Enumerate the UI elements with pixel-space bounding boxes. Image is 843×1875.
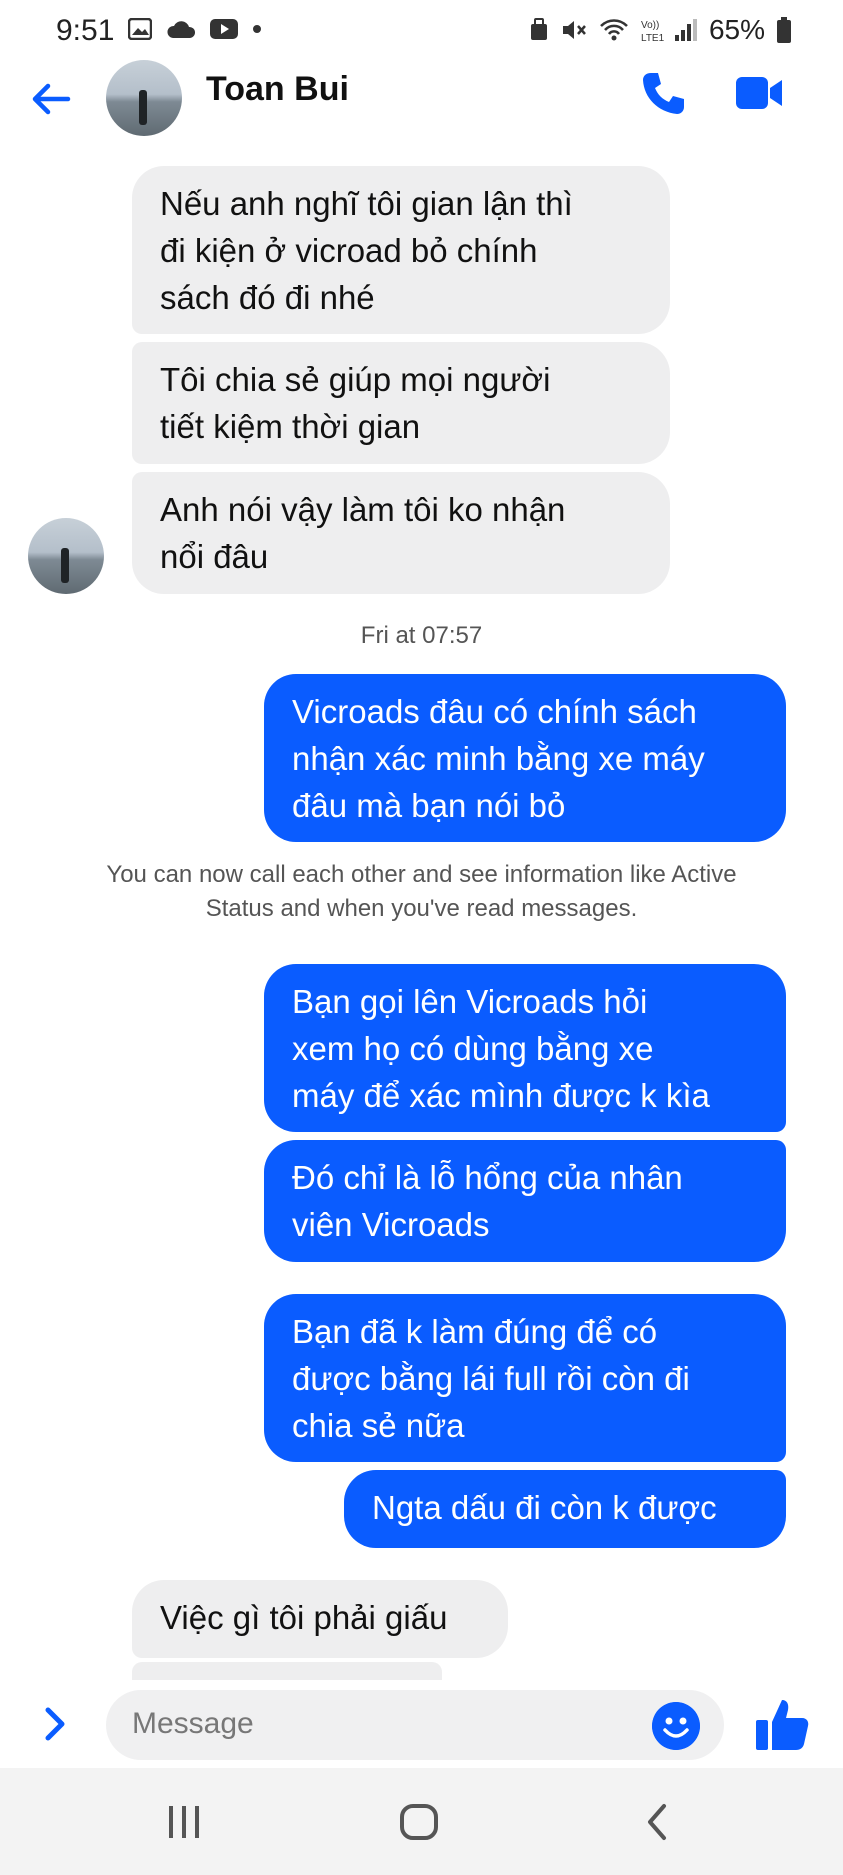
notification-icons	[128, 18, 262, 40]
message-timestamp: Fri at 07:57	[360, 622, 483, 649]
message-line: Vicroads đâu có chính sách	[292, 693, 697, 730]
message-line: Đó chỉ là lỗ hổng của nhân	[292, 1159, 683, 1196]
cloud-icon	[167, 21, 196, 38]
sender-avatar[interactable]	[28, 518, 104, 594]
message-bubble-incoming[interactable]: Tôi chia sẻ giúp mọi người tiết kiệm thờ…	[132, 342, 670, 464]
message-line: Tôi chia sẻ giúp mọi người	[160, 361, 551, 398]
message-bubble-incoming[interactable]: Việc gì tôi phải giấu	[132, 1580, 508, 1658]
contact-name[interactable]: Toan Bui	[206, 70, 349, 109]
phone-icon[interactable]	[640, 70, 686, 116]
message-line: Anh nói vậy làm tôi ko nhận	[160, 491, 566, 528]
emoji-icon[interactable]	[652, 1702, 700, 1750]
message-composer: Message	[0, 1680, 843, 1768]
dot-icon	[253, 25, 261, 33]
message-line: Việc gì tôi phải giấu	[160, 1599, 448, 1636]
mute-icon	[562, 21, 586, 39]
message-line: viên Vicroads	[292, 1206, 490, 1243]
message-line: Ngta dấu đi còn k được	[372, 1489, 717, 1526]
message-line: đâu mà bạn nói bỏ	[292, 787, 566, 824]
message-line: Bạn gọi lên Vicroads hỏi	[292, 983, 648, 1020]
gallery-icon	[128, 18, 152, 40]
contact-avatar[interactable]	[106, 60, 182, 136]
message-bubble-outgoing[interactable]: Đó chỉ là lỗ hổng của nhân viên Vicroads	[264, 1140, 786, 1262]
status-bar: 9:51 Vo)) LTE1 65%	[0, 0, 843, 60]
message-line: tiết kiệm thời gian	[160, 408, 421, 445]
battery-icon	[777, 17, 791, 43]
message-line: Nếu anh nghĩ tôi gian lận thì	[160, 185, 573, 222]
wifi-icon	[600, 19, 628, 41]
message-bubble-outgoing[interactable]: Bạn gọi lên Vicroads hỏi xem họ có dùng …	[264, 964, 786, 1132]
recent-apps-icon[interactable]	[166, 1802, 202, 1842]
message-bubble-incoming[interactable]: Nếu anh nghĩ tôi gian lận thì đi kiện ở …	[132, 166, 670, 334]
alarm-icon	[530, 18, 547, 40]
message-bubble-outgoing[interactable]: Ngta dấu đi còn k được	[344, 1470, 786, 1548]
svg-text:LTE1: LTE1	[641, 33, 665, 43]
message-line: xem họ có dùng bằng xe	[292, 1030, 654, 1067]
system-icons: Vo)) LTE1 65%	[529, 14, 791, 46]
svg-text:Vo)): Vo))	[641, 20, 659, 31]
message-placeholder: Message	[132, 1707, 254, 1740]
home-icon[interactable]	[398, 1802, 442, 1842]
message-line: được bằng lái full rồi còn đi	[292, 1360, 690, 1397]
back-icon[interactable]	[642, 1802, 672, 1842]
status-time: 9:51	[56, 14, 115, 47]
message-line: Bạn đã k làm đúng để có	[292, 1313, 658, 1350]
chevron-right-icon[interactable]	[40, 1704, 70, 1744]
notice-line: You can now call each other and see info…	[106, 861, 737, 888]
battery-text: 65%	[708, 14, 765, 45]
system-notice: You can now call each other and see info…	[60, 858, 783, 926]
message-line: nổi đâu	[160, 538, 269, 575]
thumbs-up-icon[interactable]	[754, 1696, 810, 1752]
message-bubble-outgoing[interactable]: Bạn đã k làm đúng để có được bằng lái fu…	[264, 1294, 786, 1462]
message-input[interactable]: Message	[106, 1690, 724, 1760]
notice-line: Status and when you've read messages.	[205, 895, 638, 922]
back-arrow-icon[interactable]	[26, 74, 76, 124]
message-bubble-outgoing[interactable]: Vicroads đâu có chính sách nhận xác minh…	[264, 674, 786, 842]
signal-icon: Vo)) LTE1	[641, 19, 697, 43]
message-line: sách đó đi nhé	[160, 279, 375, 316]
message-line: đi kiện ở vicroad bỏ chính	[160, 232, 538, 269]
conversation-header: Toan Bui	[0, 60, 843, 180]
message-line: nhận xác minh bằng xe máy	[292, 740, 705, 777]
message-bubble-incoming[interactable]: Anh nói vậy làm tôi ko nhận nổi đâu	[132, 472, 670, 594]
message-line: máy để xác mình được k kìa	[292, 1077, 710, 1114]
youtube-icon	[210, 19, 238, 39]
system-navigation-bar	[0, 1768, 843, 1875]
message-line: chia sẻ nữa	[292, 1407, 465, 1444]
video-icon[interactable]	[736, 74, 784, 112]
